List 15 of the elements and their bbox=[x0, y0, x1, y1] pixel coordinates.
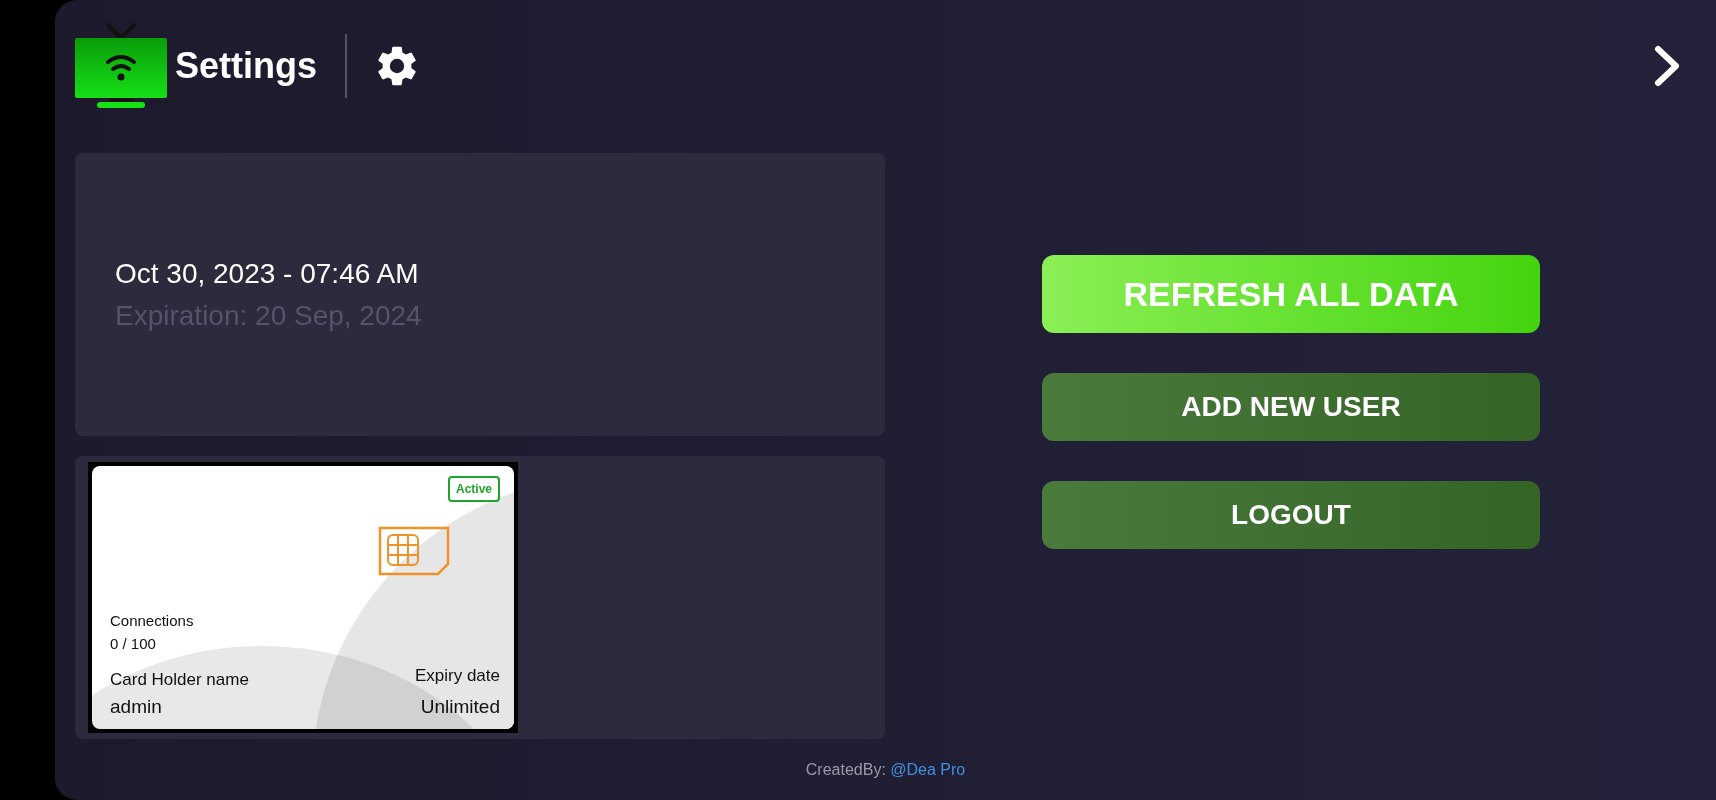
action-button[interactable]: ADD NEW USER bbox=[1042, 373, 1540, 441]
status-badge: Active bbox=[447, 476, 500, 502]
action-button[interactable]: LOGOUT bbox=[1042, 481, 1540, 549]
sim-chip-icon bbox=[378, 526, 450, 576]
date-time: Oct 30, 2023 - 07:46 AM bbox=[115, 256, 420, 291]
connections-count: 0 / 100 bbox=[110, 633, 157, 654]
connections-label: Connections bbox=[110, 611, 195, 631]
credit-text: CreatedBy: bbox=[805, 761, 886, 778]
page-title: Settings bbox=[175, 44, 317, 88]
card-holder-name: admin bbox=[110, 694, 163, 719]
author-link[interactable]: @Dea Pro bbox=[890, 761, 966, 778]
expiry-value: Unlimited bbox=[419, 694, 500, 719]
card-holder-label: Card Holder name bbox=[110, 669, 249, 691]
expiry-label: Expiry date bbox=[414, 665, 500, 687]
chevron-right-icon[interactable] bbox=[1654, 45, 1680, 87]
